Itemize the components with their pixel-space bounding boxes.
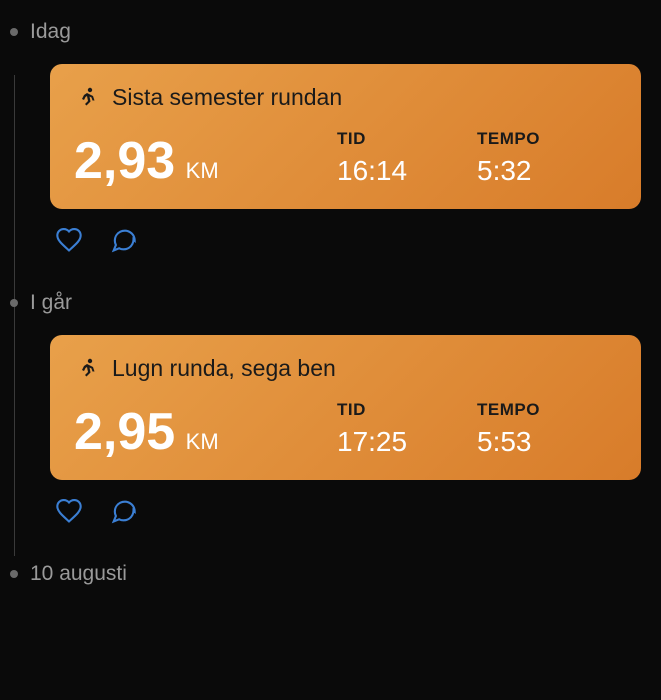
like-button[interactable] — [54, 496, 84, 526]
timeline-line — [14, 75, 15, 556]
like-button[interactable] — [54, 225, 84, 255]
activity-card[interactable]: Lugn runda, sega ben 2,95 KM TID 17:25 T… — [50, 335, 641, 480]
distance-unit: KM — [186, 158, 219, 183]
pace-label: TEMPO — [477, 129, 617, 149]
activity-card[interactable]: Sista semester rundan 2,93 KM TID 16:14 … — [50, 64, 641, 209]
date-dot-icon — [10, 570, 18, 578]
distance-value: 2,95 — [74, 403, 175, 461]
distance-value: 2,93 — [74, 132, 175, 190]
date-label: I går — [30, 291, 72, 315]
pace-value: 5:32 — [477, 155, 617, 187]
activity-title: Sista semester rundan — [112, 84, 342, 111]
date-dot-icon — [10, 28, 18, 36]
time-stat: TID 16:14 — [337, 129, 477, 187]
date-marker: 10 augusti — [30, 562, 661, 586]
time-value: 17:25 — [337, 426, 477, 458]
date-marker: Idag — [30, 20, 661, 44]
stats-row: 2,95 KM TID 17:25 TEMPO 5:53 — [74, 400, 617, 458]
date-marker: I går — [30, 291, 661, 315]
time-label: TID — [337, 129, 477, 149]
comment-button[interactable] — [108, 225, 138, 255]
date-label: 10 augusti — [30, 562, 127, 586]
actions-row — [54, 496, 661, 526]
pace-label: TEMPO — [477, 400, 617, 420]
time-stat: TID 17:25 — [337, 400, 477, 458]
pace-value: 5:53 — [477, 426, 617, 458]
date-dot-icon — [10, 299, 18, 307]
pace-stat: TEMPO 5:32 — [477, 129, 617, 187]
comment-button[interactable] — [108, 496, 138, 526]
activity-timeline: Idag Sista semester rundan 2,93 KM TID — [0, 20, 661, 586]
date-label: Idag — [30, 20, 71, 44]
timeline-section: Idag Sista semester rundan 2,93 KM TID — [30, 20, 661, 255]
card-header: Lugn runda, sega ben — [74, 355, 617, 382]
distance-stat: 2,93 KM — [74, 135, 337, 187]
running-icon — [74, 357, 98, 381]
running-icon — [74, 86, 98, 110]
timeline-section: I går Lugn runda, sega ben 2,95 KM TID — [30, 291, 661, 526]
distance-unit: KM — [186, 429, 219, 454]
timeline-section: 10 augusti — [30, 562, 661, 586]
card-header: Sista semester rundan — [74, 84, 617, 111]
actions-row — [54, 225, 661, 255]
pace-stat: TEMPO 5:53 — [477, 400, 617, 458]
activity-title: Lugn runda, sega ben — [112, 355, 336, 382]
time-value: 16:14 — [337, 155, 477, 187]
time-label: TID — [337, 400, 477, 420]
distance-stat: 2,95 KM — [74, 406, 337, 458]
stats-row: 2,93 KM TID 16:14 TEMPO 5:32 — [74, 129, 617, 187]
